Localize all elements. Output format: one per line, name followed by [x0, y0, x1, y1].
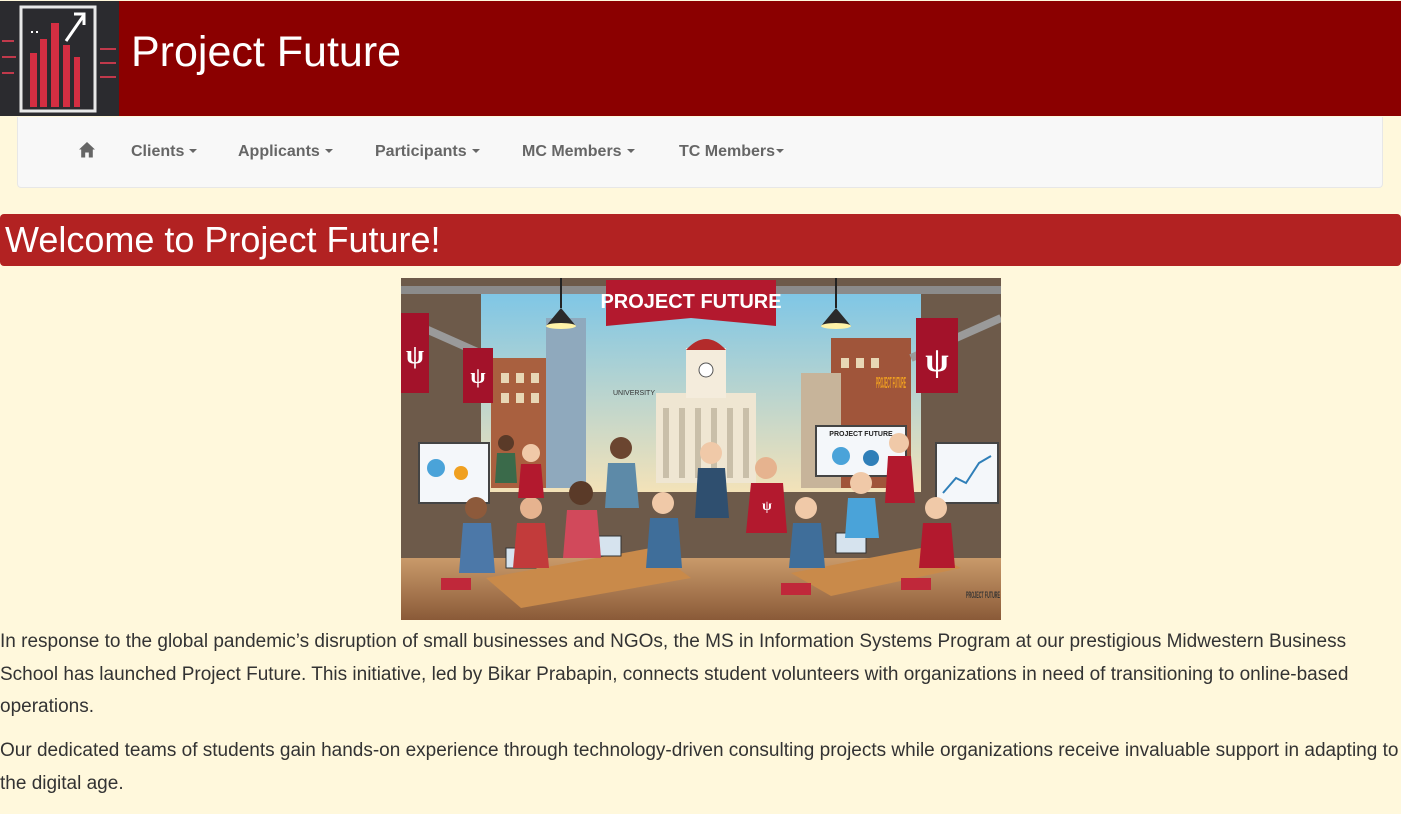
university-label: UNIVERSITY	[613, 390, 655, 397]
nav-participants-dropdown[interactable]: Participants	[375, 142, 480, 162]
svg-text:ψ: ψ	[762, 499, 772, 514]
caret-down-icon	[626, 148, 635, 153]
welcome-banner: Welcome to Project Future!	[0, 214, 1401, 266]
nav-clients-label: Clients	[131, 143, 185, 160]
nav-tc-members-label: TC Members	[679, 143, 776, 160]
site-title[interactable]: Project Future	[131, 26, 401, 78]
svg-text:ψ: ψ	[925, 342, 949, 379]
logo[interactable]	[0, 1, 119, 116]
caret-down-icon	[776, 148, 785, 153]
site-header: Project Future	[0, 1, 1401, 116]
caret-down-icon	[324, 148, 333, 153]
nav-mc-members-label: MC Members	[522, 143, 622, 160]
nav-tc-members-dropdown[interactable]: TC Members	[679, 142, 785, 162]
home-icon[interactable]	[78, 141, 96, 159]
nav-clients-dropdown[interactable]: Clients	[131, 142, 198, 162]
nav-mc-members-dropdown[interactable]: MC Members	[522, 142, 635, 162]
nav-applicants-label: Applicants	[238, 143, 320, 160]
nav-applicants-dropdown[interactable]: Applicants	[238, 142, 333, 162]
caret-down-icon	[189, 148, 198, 153]
nav-participants-label: Participants	[375, 143, 467, 160]
intro-paragraph-1: In response to the global pandemic’s dis…	[0, 631, 1349, 717]
hero-illustration: UNIVERSITY PROJECT FUTURE ψ ψ ψ PROJECT …	[401, 278, 1001, 620]
caret-down-icon	[471, 148, 480, 153]
banner-text: PROJECT FUTURE	[600, 291, 781, 313]
main-navbar: Clients Applicants Participants MC Membe…	[17, 117, 1383, 188]
svg-text:ψ: ψ	[406, 340, 424, 369]
welcome-heading: Welcome to Project Future!	[5, 219, 441, 260]
svg-text:ψ: ψ	[470, 363, 485, 388]
bar-chart-growth-logo-icon	[0, 1, 119, 116]
board-text: PROJECT FUTURE	[829, 431, 893, 438]
corner-sign-text: PROJECT FUTURE	[966, 590, 1000, 600]
wall-text: PROJECT FUTURE	[876, 375, 906, 392]
intro-paragraph-2: Our dedicated teams of students gain han…	[0, 740, 1399, 794]
hero-image: UNIVERSITY PROJECT FUTURE ψ ψ ψ PROJECT …	[401, 278, 1001, 620]
